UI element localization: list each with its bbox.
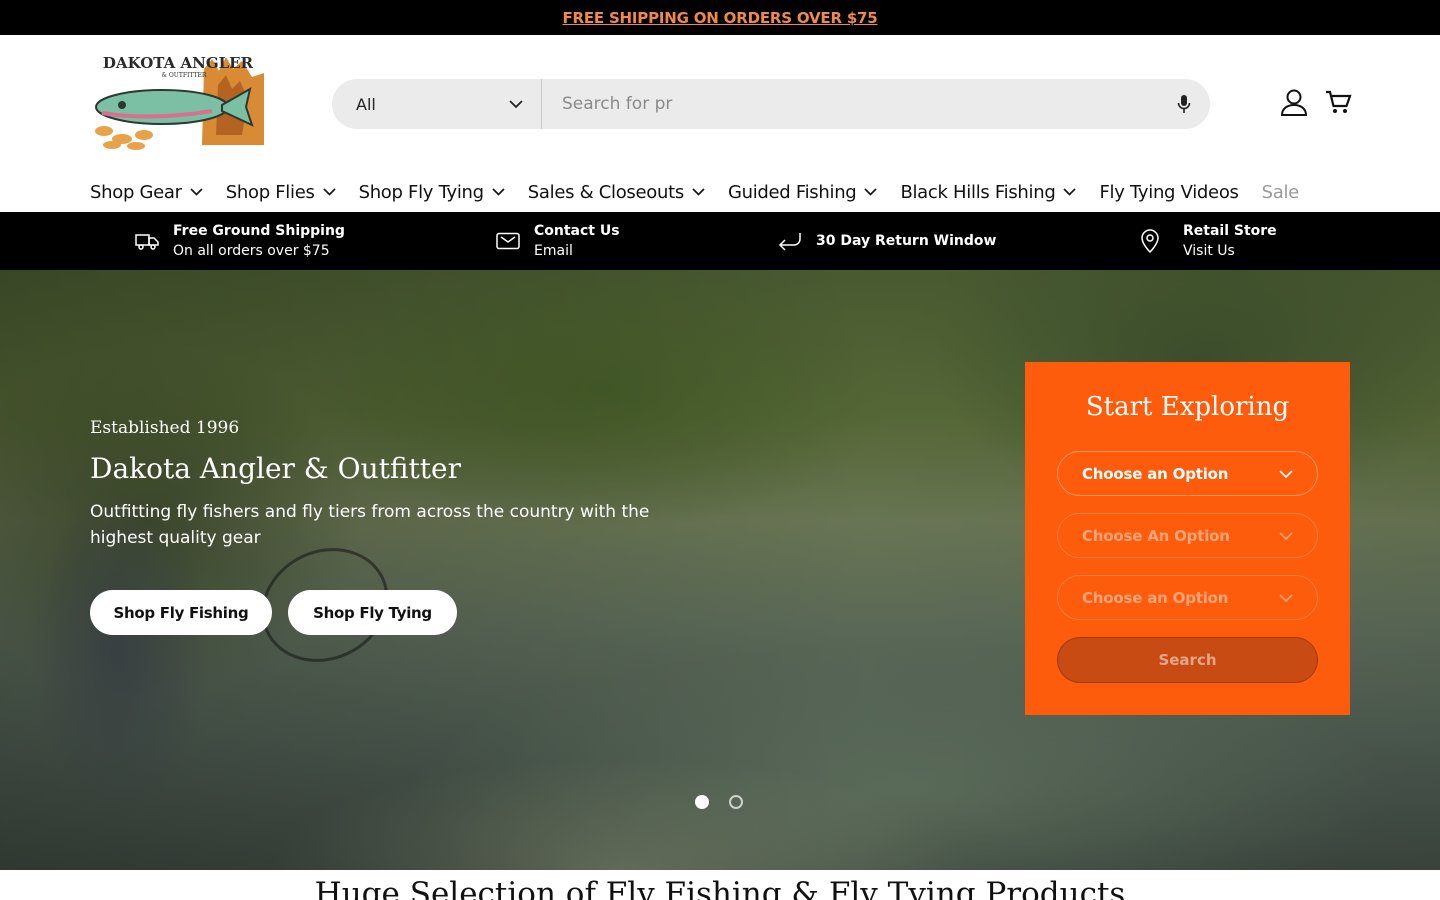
nav-item-shop-flies[interactable]: Shop Flies — [226, 182, 336, 203]
search-bar: All — [332, 79, 1210, 129]
product-finder: Start Exploring Choose an Option Choose … — [1025, 362, 1350, 715]
chevron-down-icon — [864, 188, 878, 196]
chevron-down-icon — [1063, 188, 1077, 196]
hero-subtitle: Outfitting fly fishers and fly tiers fro… — [90, 502, 650, 548]
cart-button[interactable] — [1322, 86, 1354, 118]
usp-returns: 30 Day Return Window — [778, 212, 996, 270]
usp-subtitle: Email — [534, 243, 573, 259]
search-input[interactable] — [542, 79, 1158, 129]
chevron-down-icon — [322, 188, 336, 196]
section-heading: Huge Selection of Fly Fishing & Fly Tyin… — [314, 876, 1126, 900]
hero-buttons: Shop Fly Fishing Shop Fly Tying — [90, 590, 473, 635]
hero-title: Dakota Angler & Outfitter — [90, 452, 461, 485]
finder-search-button[interactable]: Search — [1057, 637, 1318, 683]
search-category-select[interactable]: All — [332, 79, 542, 129]
announcement-bar: FREE SHIPPING ON ORDERS OVER $75 — [0, 0, 1440, 35]
hero-copy: Established 1996 Dakota Angler & Outfitt… — [90, 418, 680, 551]
site-header: DAKOTA ANGLER & OUTFITTER All Shop Gear — [0, 35, 1440, 213]
logo[interactable]: DAKOTA ANGLER & OUTFITTER — [92, 55, 268, 151]
usp-title: Contact Us — [534, 223, 620, 239]
hero-kicker: Established 1996 — [90, 418, 240, 438]
return-arrow-icon — [778, 233, 801, 251]
account-button[interactable] — [1278, 86, 1310, 118]
usp-title: Retail Store — [1183, 223, 1277, 239]
chevron-down-icon — [1279, 469, 1293, 478]
slide-dot-2[interactable] — [729, 795, 743, 809]
usp-retail-store[interactable]: Retail Store Visit Us — [1139, 212, 1277, 270]
section-heading-wrap: Huge Selection of Fly Fishing & Fly Tyin… — [0, 872, 1440, 900]
usp-contact[interactable]: Contact Us Email — [496, 212, 620, 270]
truck-icon — [135, 234, 159, 250]
chevron-down-icon — [1279, 593, 1293, 602]
finder-select-1[interactable]: Choose an Option — [1057, 451, 1318, 496]
slide-dot-1[interactable] — [695, 795, 709, 809]
nav-item-sales-closeouts[interactable]: Sales & Closeouts — [528, 182, 705, 203]
nav-item-guided-fishing[interactable]: Guided Fishing — [728, 182, 878, 203]
free-shipping-link[interactable]: FREE SHIPPING ON ORDERS OVER $75 — [562, 9, 877, 27]
envelope-icon — [496, 232, 520, 250]
chevron-down-icon — [190, 188, 203, 196]
usp-title: Free Ground Shipping — [173, 223, 345, 239]
shop-fly-tying-button[interactable]: Shop Fly Tying — [288, 590, 457, 635]
usp-subtitle: On all orders over $75 — [173, 243, 330, 259]
finder-select-2[interactable]: Choose An Option — [1057, 513, 1318, 558]
map-pin-icon — [1141, 229, 1159, 254]
microphone-icon — [1177, 95, 1191, 113]
usp-subtitle: Visit Us — [1183, 243, 1235, 259]
chevron-down-icon — [492, 188, 505, 196]
chevron-down-icon — [509, 99, 523, 108]
logo-subtitle: & OUTFITTER — [162, 72, 207, 79]
nav-item-sale[interactable]: Sale — [1262, 182, 1300, 203]
nav-item-shop-fly-tying[interactable]: Shop Fly Tying — [359, 182, 505, 203]
chevron-down-icon — [1279, 531, 1293, 540]
voice-search-button[interactable] — [1158, 79, 1210, 129]
main-nav: Shop Gear Shop Flies Shop Fly Tying Sale… — [90, 178, 1322, 206]
logo-wordmark: DAKOTA ANGLER — [103, 55, 254, 72]
finder-title: Start Exploring — [1085, 392, 1290, 422]
usp-title: 30 Day Return Window — [816, 233, 997, 249]
cart-icon — [1326, 90, 1352, 113]
user-icon — [1280, 89, 1308, 116]
hero-slideshow: Established 1996 Dakota Angler & Outfitt… — [0, 270, 1440, 870]
finder-select-3[interactable]: Choose an Option — [1057, 575, 1318, 620]
usp-bar: Free Ground Shipping On all orders over $… — [0, 212, 1440, 270]
shop-fly-fishing-button[interactable]: Shop Fly Fishing — [90, 590, 272, 635]
nav-item-black-hills-fishing[interactable]: Black Hills Fishing — [900, 182, 1077, 203]
nav-item-shop-gear[interactable]: Shop Gear — [90, 182, 203, 203]
search-category-value: All — [356, 94, 376, 114]
usp-free-shipping: Free Ground Shipping On all orders over $… — [135, 212, 345, 270]
nav-item-fly-tying-videos[interactable]: Fly Tying Videos — [1099, 182, 1238, 203]
slideshow-dots — [695, 795, 763, 809]
chevron-down-icon — [692, 188, 705, 196]
